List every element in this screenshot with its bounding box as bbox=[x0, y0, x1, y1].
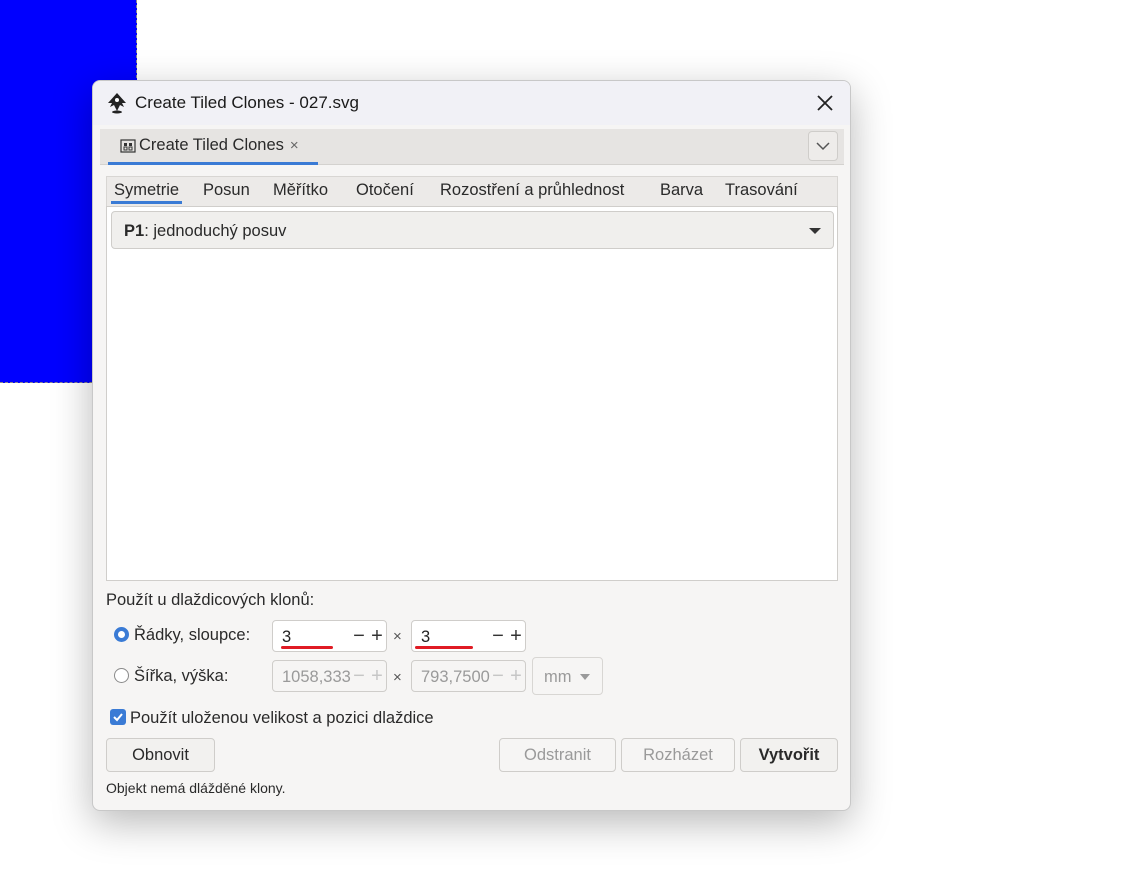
width-height-label: Šířka, výška: bbox=[134, 667, 229, 685]
reset-button[interactable]: Obnovit bbox=[106, 738, 215, 772]
remove-button[interactable]: Odstranit bbox=[499, 738, 616, 772]
symmetry-code: P1 bbox=[124, 222, 145, 240]
cols-increment-button[interactable]: + bbox=[508, 624, 524, 648]
inkscape-logo-icon bbox=[108, 93, 126, 114]
tab-trasovani[interactable]: Trasování bbox=[725, 181, 798, 200]
close-icon bbox=[817, 95, 833, 111]
tab-bar: Symetrie Posun Měřítko Otočení Rozostřen… bbox=[106, 176, 838, 206]
dropdown-arrow-icon bbox=[580, 674, 590, 680]
rows-cols-radio[interactable] bbox=[114, 627, 129, 642]
checkmark-icon bbox=[113, 713, 123, 722]
symmetry-select[interactable]: P1: jednoduchý posuv bbox=[111, 211, 834, 249]
tab-meritko[interactable]: Měřítko bbox=[273, 181, 328, 200]
apply-section-label: Použít u dlaždicových klonů: bbox=[106, 591, 315, 609]
window-title: Create Tiled Clones - 027.svg bbox=[135, 93, 359, 112]
width-increment-button[interactable]: + bbox=[369, 664, 385, 688]
notebook-menu-button[interactable] bbox=[808, 131, 838, 161]
tab-symetrie[interactable]: Symetrie bbox=[111, 181, 183, 204]
times-sign-2: × bbox=[393, 669, 402, 686]
tab-otoceni[interactable]: Otočení bbox=[356, 181, 414, 200]
tiled-clones-dialog: Create Tiled Clones - 027.svg Create Til… bbox=[92, 80, 851, 811]
use-saved-size-label: Použít uloženou velikost a pozici dlaždi… bbox=[130, 709, 434, 727]
status-text: Objekt nemá dlážděné klony. bbox=[106, 780, 286, 796]
rows-cols-label: Řádky, sloupce: bbox=[134, 626, 251, 644]
width-decrement-button[interactable]: − bbox=[351, 664, 367, 688]
width-height-radio[interactable] bbox=[114, 668, 129, 683]
titlebar: Create Tiled Clones - 027.svg bbox=[93, 81, 850, 125]
dropdown-arrow-icon bbox=[809, 228, 821, 234]
cols-highlight-underline bbox=[415, 646, 473, 649]
unit-value: mm bbox=[544, 668, 572, 686]
times-sign: × bbox=[393, 628, 402, 645]
create-button[interactable]: Vytvořit bbox=[740, 738, 838, 772]
height-value[interactable]: 793,7500 bbox=[421, 668, 493, 687]
rows-decrement-button[interactable]: − bbox=[351, 624, 367, 648]
cols-value[interactable]: 3 bbox=[421, 628, 481, 647]
cols-decrement-button[interactable]: − bbox=[490, 624, 506, 648]
tiled-clones-icon bbox=[120, 138, 136, 153]
notebook-tab[interactable]: Create Tiled Clones × bbox=[108, 129, 318, 165]
height-decrement-button[interactable]: − bbox=[490, 664, 506, 688]
chevron-down-icon bbox=[816, 142, 830, 151]
rows-highlight-underline bbox=[281, 646, 333, 649]
notebook-tab-close-button[interactable]: × bbox=[290, 137, 299, 154]
symmetry-select-value: P1: jednoduchý posuv bbox=[124, 222, 286, 241]
height-increment-button[interactable]: + bbox=[508, 664, 524, 688]
rows-value[interactable]: 3 bbox=[282, 628, 342, 647]
use-saved-size-checkbox[interactable] bbox=[110, 709, 126, 725]
unclump-button[interactable]: Rozházet bbox=[621, 738, 735, 772]
rows-increment-button[interactable]: + bbox=[369, 624, 385, 648]
width-spinbutton[interactable]: 1058,333 − + bbox=[272, 660, 387, 692]
close-button[interactable] bbox=[810, 88, 840, 118]
dock-notebook: Create Tiled Clones × bbox=[100, 129, 844, 165]
height-spinbutton[interactable]: 793,7500 − + bbox=[411, 660, 526, 692]
width-value[interactable]: 1058,333 bbox=[282, 668, 354, 687]
unit-select[interactable]: mm bbox=[532, 657, 603, 695]
symmetry-description: : jednoduchý posuv bbox=[144, 222, 287, 240]
tab-posun[interactable]: Posun bbox=[203, 181, 250, 200]
notebook-tab-label: Create Tiled Clones bbox=[139, 136, 284, 154]
tab-rozostreni[interactable]: Rozostření a průhlednost bbox=[440, 181, 624, 200]
symmetry-panel: P1: jednoduchý posuv bbox=[106, 206, 838, 581]
tab-barva[interactable]: Barva bbox=[660, 181, 703, 200]
